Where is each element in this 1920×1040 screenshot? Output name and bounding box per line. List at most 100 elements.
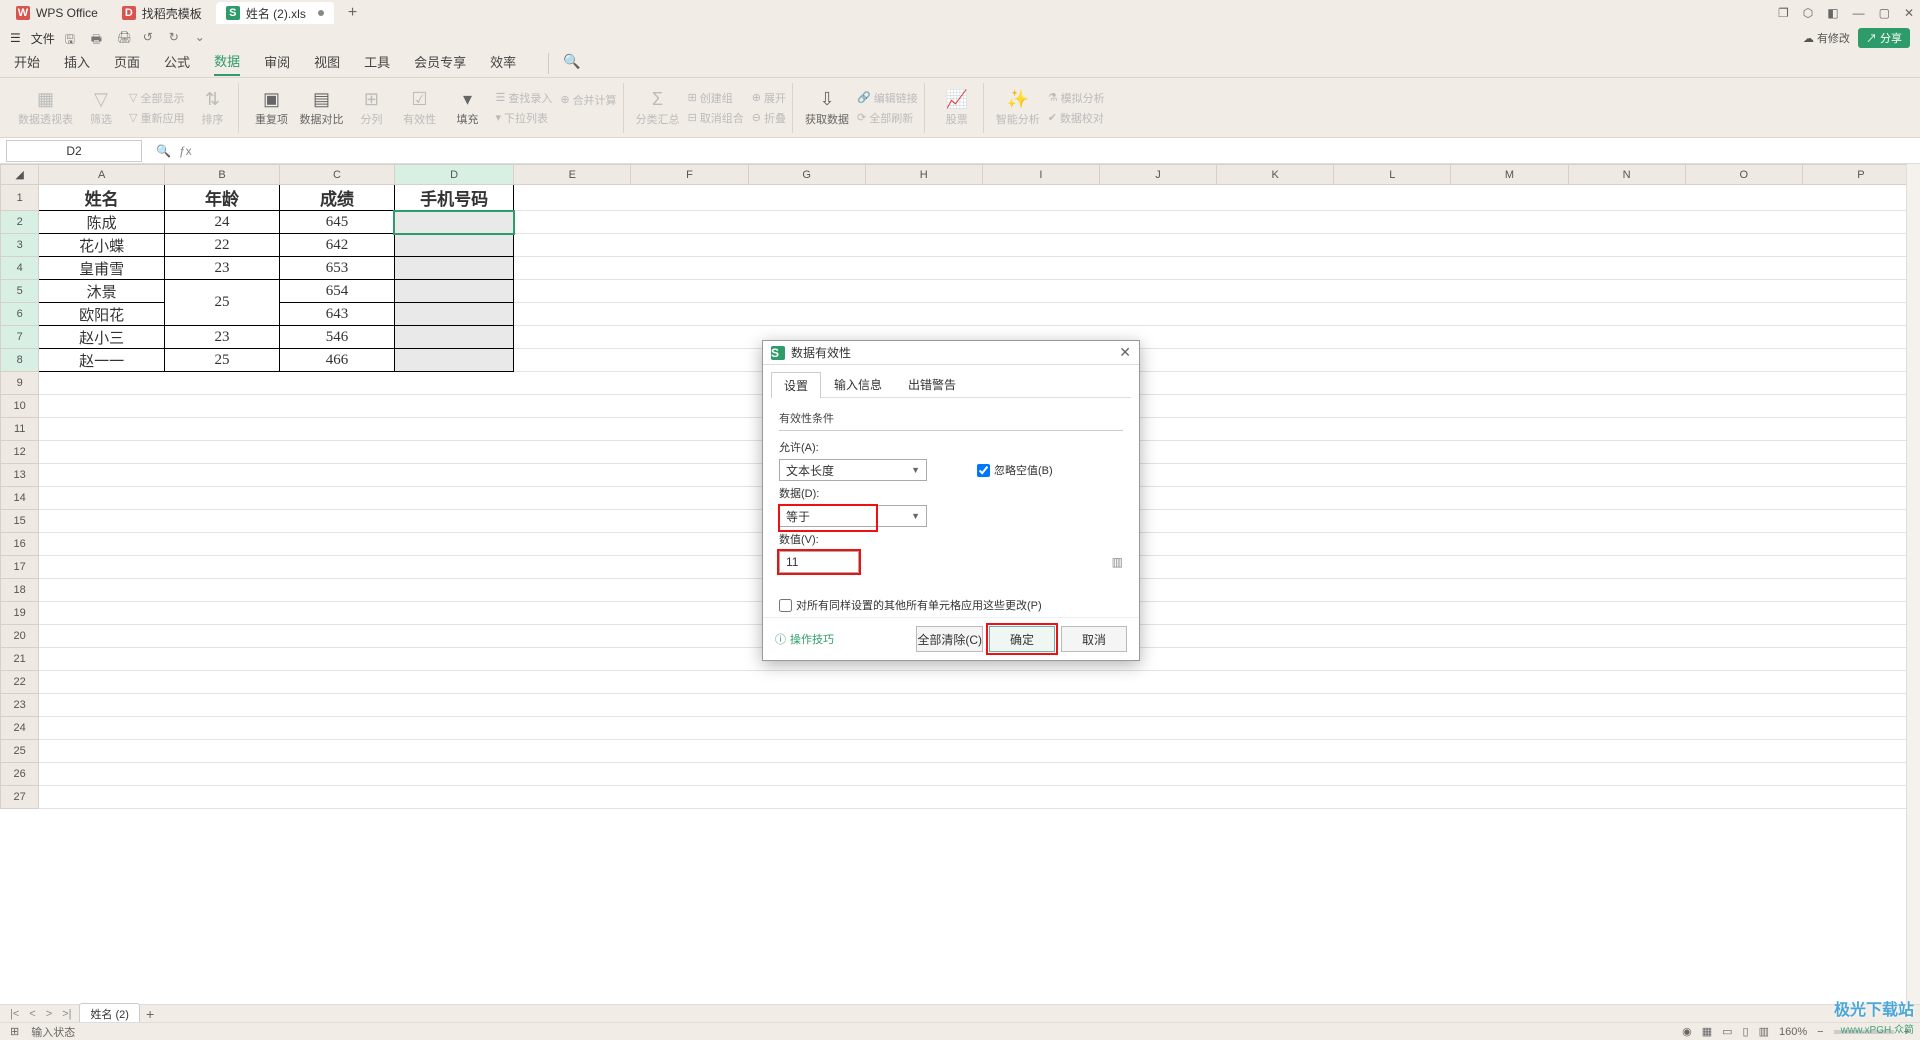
tab-file[interactable]: S姓名 (2).xls (216, 2, 334, 24)
cell[interactable] (39, 694, 1920, 717)
cell[interactable]: 466 (279, 349, 394, 372)
ribbon-tab-review[interactable]: 审阅 (264, 52, 290, 75)
cell[interactable]: 546 (279, 326, 394, 349)
cell[interactable] (39, 717, 1920, 740)
cell[interactable]: 赵一一 (39, 349, 165, 372)
app-menu-icon[interactable]: ☰ (10, 31, 21, 45)
row-header[interactable]: 3 (1, 234, 39, 257)
sort-button[interactable]: ⇅排序 (192, 89, 232, 127)
grid-icon[interactable]: ▦ (1702, 1025, 1712, 1038)
allow-select[interactable]: 文本长度▼ (779, 459, 927, 481)
row-header[interactable]: 25 (1, 740, 39, 763)
col-header[interactable]: J (1099, 165, 1216, 185)
valid-button[interactable]: ☑有效性 (399, 89, 439, 127)
add-sheet-icon[interactable]: + (146, 1006, 154, 1022)
cell[interactable]: 645 (279, 211, 394, 234)
cube-icon[interactable]: ⬡ (1803, 6, 1813, 20)
col-header[interactable]: P (1802, 165, 1919, 185)
cell[interactable] (39, 671, 1920, 694)
dialog-tab-settings[interactable]: 设置 (771, 372, 821, 398)
consol-button[interactable]: ⊕ 合并计算 (560, 92, 616, 108)
fx-icon[interactable]: ƒx (179, 144, 192, 158)
cell[interactable]: 年龄 (164, 185, 279, 211)
row-header[interactable]: 21 (1, 648, 39, 671)
col-header[interactable]: L (1334, 165, 1451, 185)
row-header[interactable]: 17 (1, 556, 39, 579)
row-header[interactable]: 23 (1, 694, 39, 717)
zoom-slider[interactable] (1834, 1030, 1894, 1034)
cell[interactable]: 643 (279, 303, 394, 326)
view-page-icon[interactable]: ▯ (1743, 1025, 1749, 1038)
stocks-button[interactable]: 📈股票 (937, 89, 977, 127)
col-header[interactable]: M (1451, 165, 1568, 185)
cell[interactable]: 皇甫雪 (39, 257, 165, 280)
reapply-button[interactable]: ▽ 重新应用 (129, 110, 184, 126)
fx-search-icon[interactable]: 🔍 (156, 144, 171, 158)
cell[interactable]: 25 (164, 349, 279, 372)
view-break-icon[interactable]: ▥ (1759, 1025, 1769, 1038)
restore-window-icon[interactable]: ❐ (1778, 6, 1789, 20)
tab-wps[interactable]: WWPS Office (6, 2, 108, 24)
showall-button[interactable]: ▽ 全部显示 (129, 90, 184, 106)
vertical-scrollbar[interactable] (1906, 164, 1920, 1004)
apply-all-checkbox[interactable]: 对所有同样设置的其他所有单元格应用这些更改(P) (779, 597, 1123, 613)
cell[interactable]: 沐景 (39, 280, 165, 303)
cell[interactable]: 成绩 (279, 185, 394, 211)
ribbon-tab-tools[interactable]: 工具 (364, 52, 390, 75)
dialog-tab-error[interactable]: 出错警告 (895, 371, 969, 397)
group-button[interactable]: ⊞ 创建组 (688, 90, 744, 106)
cell[interactable]: 22 (164, 234, 279, 257)
ribbon-tab-data[interactable]: 数据 (214, 51, 240, 76)
col-header[interactable]: K (1217, 165, 1334, 185)
more-icon[interactable]: ⌄ (195, 30, 211, 46)
cell[interactable]: 24 (164, 211, 279, 234)
sim-button[interactable]: ⚗ 模拟分析 (1048, 90, 1105, 106)
cell[interactable] (39, 740, 1920, 763)
tab-template[interactable]: D找稻壳模板 (112, 2, 212, 24)
row-header[interactable]: 6 (1, 303, 39, 326)
printpreview-icon[interactable]: 🖨 (117, 30, 133, 46)
sheet-nav-prev[interactable]: < (27, 1008, 37, 1020)
contrast-button[interactable]: ▤数据对比 (299, 89, 343, 127)
select-all-corner[interactable]: ◢ (1, 165, 39, 185)
cell-selected[interactable] (394, 280, 513, 303)
row-header[interactable]: 12 (1, 441, 39, 464)
col-header[interactable]: A (39, 165, 165, 185)
eye-icon[interactable]: ◉ (1682, 1025, 1692, 1038)
datacheck-button[interactable]: ✔ 数据校对 (1048, 110, 1105, 126)
cell-selected[interactable] (394, 257, 513, 280)
subtotal-button[interactable]: Σ分类汇总 (636, 89, 680, 127)
ribbon-search-icon[interactable]: 🔍 (548, 53, 580, 74)
cell[interactable] (514, 303, 1920, 326)
print-icon[interactable]: 🖶 (91, 30, 107, 46)
col-header[interactable]: D (394, 165, 513, 185)
row-header[interactable]: 5 (1, 280, 39, 303)
row-header[interactable]: 10 (1, 395, 39, 418)
ribbon-tab-insert[interactable]: 插入 (64, 52, 90, 75)
col-header[interactable]: I (982, 165, 1099, 185)
cell[interactable]: 23 (164, 257, 279, 280)
cell[interactable] (514, 211, 1920, 234)
save-icon[interactable]: 🖫 (65, 30, 81, 46)
cell[interactable] (39, 786, 1920, 809)
editlink-button[interactable]: 🔗 编辑链接 (857, 90, 918, 106)
clear-all-button[interactable]: 全部清除(C) (916, 626, 983, 652)
formula-input[interactable] (200, 140, 1920, 162)
row-header[interactable]: 8 (1, 349, 39, 372)
sheet-tab[interactable]: 姓名 (2) (79, 1003, 140, 1024)
close-icon[interactable]: ✕ (1904, 6, 1914, 20)
ribbon-tab-page[interactable]: 页面 (114, 52, 140, 75)
row-header[interactable]: 16 (1, 533, 39, 556)
col-header[interactable]: G (748, 165, 865, 185)
cell[interactable]: 654 (279, 280, 394, 303)
cell[interactable]: 欧阳花 (39, 303, 165, 326)
view-normal-icon[interactable]: ▭ (1722, 1025, 1732, 1038)
row-header[interactable]: 22 (1, 671, 39, 694)
col-header[interactable]: O (1685, 165, 1802, 185)
avatar-icon[interactable]: ◧ (1827, 6, 1838, 20)
share-button[interactable]: ↗ 分享 (1858, 28, 1910, 48)
filter-button[interactable]: ▽筛选 (81, 89, 121, 127)
minimize-icon[interactable]: — (1853, 6, 1865, 20)
cell[interactable] (514, 349, 1920, 372)
ungroup-button[interactable]: ⊟ 取消组合 (688, 110, 744, 126)
